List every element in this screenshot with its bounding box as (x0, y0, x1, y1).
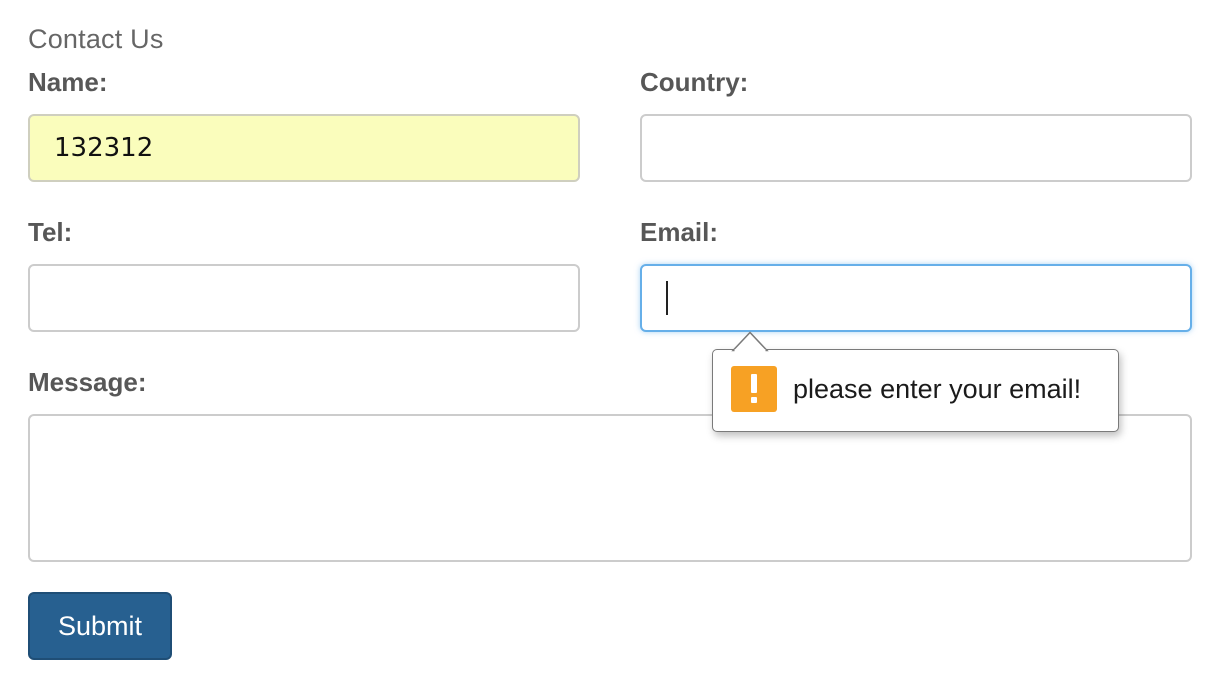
tel-label: Tel: (28, 217, 73, 247)
submit-button[interactable]: Submit (28, 592, 172, 660)
text-cursor (666, 281, 668, 315)
validation-message: please enter your email! (793, 374, 1082, 404)
message-label: Message: (28, 367, 147, 397)
tooltip-arrow (731, 331, 769, 353)
message-textarea[interactable] (28, 414, 1192, 562)
name-input[interactable] (28, 114, 580, 182)
form-title: Contact Us (28, 24, 164, 54)
email-label: Email: (640, 217, 719, 247)
email-input[interactable] (640, 264, 1192, 332)
tel-input[interactable] (28, 264, 580, 332)
name-label: Name: (28, 67, 108, 97)
country-input[interactable] (640, 114, 1192, 182)
country-label: Country: (640, 67, 749, 97)
warning-icon (731, 366, 777, 412)
validation-tooltip: please enter your email! (712, 349, 1119, 432)
